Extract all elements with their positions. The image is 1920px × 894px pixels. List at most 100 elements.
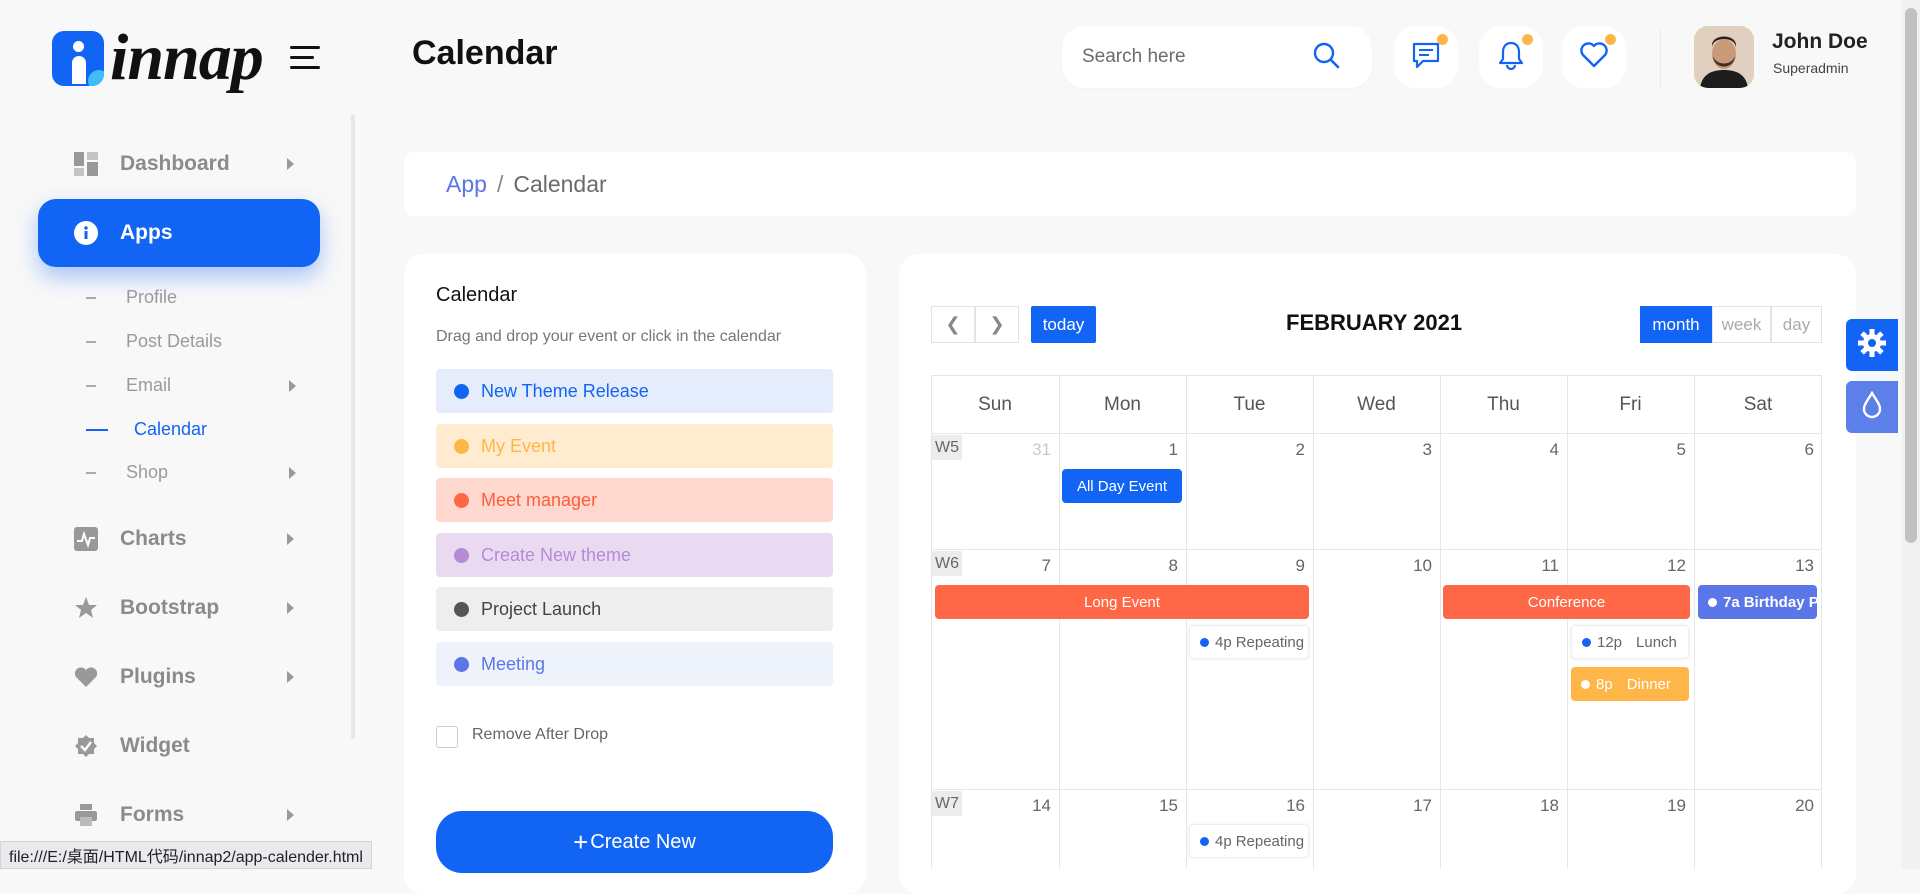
day-number[interactable]: 6 bbox=[1774, 440, 1814, 460]
calendar-title: FEBRUARY 2021 bbox=[1286, 310, 1463, 335]
day-number[interactable]: 10 bbox=[1392, 556, 1432, 576]
day-number[interactable]: 17 bbox=[1392, 796, 1432, 816]
event-dot bbox=[454, 601, 469, 617]
sidebar-item-widget[interactable]: Widget bbox=[38, 712, 320, 780]
user-name[interactable]: John Doe bbox=[1772, 30, 1868, 54]
day-number[interactable]: 31 bbox=[1011, 440, 1051, 460]
sidebar-item-plugins[interactable]: Plugins bbox=[38, 643, 320, 711]
sidebar-subitem-post-details[interactable]: Post Details bbox=[86, 331, 296, 352]
bell-icon bbox=[1497, 40, 1525, 75]
brand-logo[interactable]: innap bbox=[52, 25, 264, 91]
day-number[interactable]: 12 bbox=[1646, 556, 1686, 576]
day-number[interactable]: 7 bbox=[1011, 556, 1051, 576]
sidebar-item-label: Bootstrap bbox=[120, 596, 220, 619]
heart-icon bbox=[74, 665, 98, 689]
sidebar-item-charts[interactable]: Charts bbox=[38, 505, 320, 573]
day-number[interactable]: 5 bbox=[1646, 440, 1686, 460]
sidebar-subitem-email[interactable]: Email bbox=[86, 375, 296, 396]
grid-row-line bbox=[931, 549, 1822, 550]
search-box[interactable] bbox=[1062, 26, 1372, 88]
day-number[interactable]: 8 bbox=[1138, 556, 1178, 576]
prev-month-button[interactable]: ❮ bbox=[931, 306, 975, 343]
sidebar-item-forms[interactable]: Forms bbox=[38, 781, 320, 849]
draggable-event[interactable]: Project Launch bbox=[436, 587, 833, 631]
sidebar-subitem-calendar[interactable]: Calendar bbox=[86, 419, 296, 440]
view-month-button[interactable]: month bbox=[1640, 306, 1712, 343]
messages-button[interactable] bbox=[1394, 20, 1460, 88]
sidebar-item-label: Widget bbox=[120, 734, 190, 757]
day-number[interactable]: 14 bbox=[1011, 796, 1051, 816]
sidebar-item-bootstrap[interactable]: Bootstrap bbox=[38, 574, 320, 642]
day-number[interactable]: 20 bbox=[1774, 796, 1814, 816]
sidebar-item-dashboard[interactable]: Dashboard bbox=[38, 130, 320, 198]
theme-color-button[interactable] bbox=[1846, 381, 1898, 433]
user-role: Superadmin bbox=[1773, 60, 1849, 76]
day-of-week-header: Sun bbox=[978, 393, 1012, 415]
page-title: Calendar bbox=[412, 34, 558, 72]
logo-icon bbox=[52, 30, 104, 86]
heart-outline-icon bbox=[1579, 41, 1609, 74]
day-number[interactable]: 19 bbox=[1646, 796, 1686, 816]
calendar-event[interactable]: All Day Event bbox=[1062, 469, 1182, 503]
calendar-event[interactable]: Long Event bbox=[935, 585, 1309, 619]
avatar[interactable] bbox=[1694, 26, 1754, 88]
day-of-week-header: Wed bbox=[1357, 393, 1396, 415]
calendar-event[interactable]: Conference bbox=[1443, 585, 1690, 619]
day-number[interactable]: 11 bbox=[1519, 556, 1559, 576]
day-number[interactable]: 15 bbox=[1138, 796, 1178, 816]
sidebar-item-label: Plugins bbox=[120, 665, 196, 688]
week-number[interactable]: W6 bbox=[932, 551, 962, 576]
day-number[interactable]: 1 bbox=[1138, 440, 1178, 460]
chevron-right-icon: ❯ bbox=[989, 314, 1005, 334]
remove-after-drop-checkbox[interactable] bbox=[436, 726, 458, 748]
grid-column-line bbox=[1186, 375, 1187, 869]
day-number[interactable]: 9 bbox=[1265, 556, 1305, 576]
draggable-event[interactable]: New Theme Release bbox=[436, 369, 833, 413]
page-scrollbar-thumb[interactable] bbox=[1905, 8, 1917, 543]
event-dot bbox=[454, 383, 469, 399]
sidebar-subitem-shop[interactable]: Shop bbox=[86, 462, 296, 483]
draggable-event[interactable]: Create New theme bbox=[436, 533, 833, 577]
breadcrumb-link-app[interactable]: App bbox=[446, 171, 487, 198]
draggable-event[interactable]: Meeting bbox=[436, 642, 833, 686]
sidebar-scrollbar[interactable] bbox=[351, 114, 355, 739]
sidebar-item-apps[interactable]: Apps bbox=[38, 199, 320, 267]
star-icon bbox=[74, 596, 98, 620]
day-number[interactable]: 4 bbox=[1519, 440, 1559, 460]
search-input[interactable] bbox=[1082, 46, 1312, 68]
week-number[interactable]: W7 bbox=[932, 791, 962, 816]
view-week-button[interactable]: week bbox=[1712, 306, 1771, 343]
calendar-grid bbox=[931, 375, 1822, 869]
day-number[interactable]: 2 bbox=[1265, 440, 1305, 460]
day-number[interactable]: 18 bbox=[1519, 796, 1559, 816]
menu-toggle-icon[interactable] bbox=[290, 46, 320, 70]
calendar-event[interactable]: 4pRepeating Event bbox=[1189, 625, 1309, 659]
view-day-button[interactable]: day bbox=[1771, 306, 1822, 343]
calendar-event[interactable]: 4pRepeating Event bbox=[1189, 824, 1309, 858]
draggable-event[interactable]: Meet manager bbox=[436, 478, 833, 522]
create-new-button[interactable]: + Create New bbox=[436, 811, 833, 873]
sidebar-item-label: Dashboard bbox=[120, 152, 230, 175]
breadcrumb-current: Calendar bbox=[513, 170, 607, 197]
search-icon[interactable] bbox=[1312, 41, 1340, 74]
day-number[interactable]: 16 bbox=[1265, 796, 1305, 816]
day-number[interactable]: 13 bbox=[1774, 556, 1814, 576]
draggable-event[interactable]: My Event bbox=[436, 424, 833, 468]
today-button[interactable]: today bbox=[1031, 306, 1096, 343]
calendar-event[interactable]: 7aBirthday Party bbox=[1698, 585, 1817, 619]
notifications-button[interactable] bbox=[1479, 20, 1545, 88]
sidebar-subitem-profile[interactable]: Profile bbox=[86, 287, 296, 308]
week-number[interactable]: W5 bbox=[932, 435, 962, 460]
next-month-button[interactable]: ❯ bbox=[975, 306, 1019, 343]
grid-column-line bbox=[1567, 375, 1568, 869]
chevron-right-icon bbox=[287, 533, 294, 545]
calendar-event[interactable]: 8p Dinner bbox=[1571, 667, 1689, 701]
events-panel-description: Drag and drop your event or click in the… bbox=[436, 328, 782, 345]
favorites-button[interactable] bbox=[1562, 20, 1628, 88]
chevron-right-icon bbox=[287, 809, 294, 821]
calendar-event[interactable]: 12p Lunch bbox=[1571, 625, 1689, 659]
settings-button[interactable] bbox=[1846, 319, 1898, 371]
day-number[interactable]: 3 bbox=[1392, 440, 1432, 460]
remove-after-drop-label[interactable]: Remove After Drop bbox=[472, 726, 608, 744]
day-of-week-header: Sat bbox=[1743, 393, 1773, 415]
